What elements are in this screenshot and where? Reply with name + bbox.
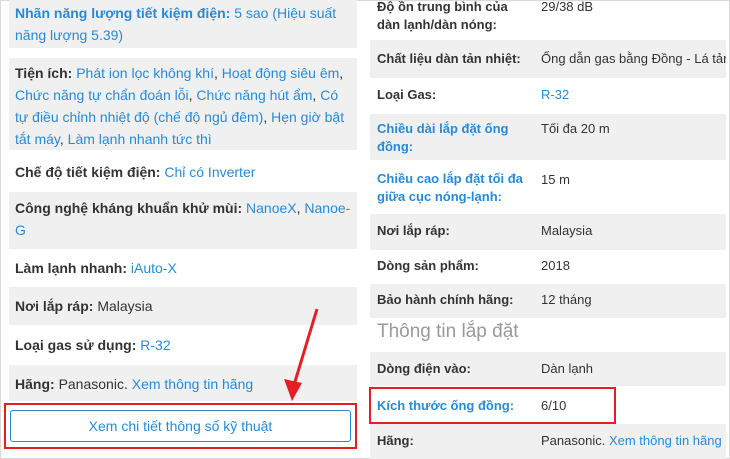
highlight-box-pipe-size (369, 387, 616, 424)
view-full-specs-button[interactable]: Xem chi tiết thông số kỹ thuật (10, 410, 351, 442)
spec-label: Chế độ tiết kiệm điện: (15, 164, 161, 180)
red-arrow-icon (284, 308, 319, 401)
utility-link-fast-cool[interactable]: Làm lạnh nhanh tức thì (68, 131, 212, 147)
spec-row-assembly: Nơi lắp ráp: Malaysia (370, 214, 726, 250)
brand-info-link[interactable]: Xem thông tin hãng (609, 433, 722, 448)
spec-label: Loại gas sử dụng: (15, 337, 137, 353)
spec-value: Malaysia (541, 223, 593, 238)
brand-info-link[interactable]: Xem thông tin hãng (132, 376, 253, 392)
spec-label: Bảo hành chính hãng: (377, 292, 514, 307)
spec-value: 29/38 dB (541, 0, 594, 14)
spec-row-utilities: Tiện ích: Phát ion lọc không khí, Hoạt đ… (9, 58, 357, 150)
spec-row-warranty: Bảo hành chính hãng: 12 tháng (370, 284, 726, 318)
spec-row-height: Chiều cao lắp đặt tối đa giữa cục nóng-l… (370, 160, 726, 214)
spec-label: Dòng điện vào: (377, 361, 471, 376)
spec-value: 2018 (541, 258, 570, 273)
antibac-link-nanoex[interactable]: NanoeX (246, 200, 297, 216)
spec-label: Loại Gas: (377, 87, 437, 102)
spec-label: Làm lạnh nhanh: (15, 260, 127, 276)
spec-label-link[interactable]: Chiều dài lắp đặt ống đồng: (377, 120, 517, 156)
spec-row-noise: Độ ồn trung bình của dàn lạnh/dàn nóng: … (370, 0, 726, 38)
spec-value: 12 tháng (541, 292, 592, 307)
spec-label: Tiện ích: (15, 65, 73, 81)
spec-label: Hãng: (377, 433, 414, 448)
spec-row-radiator: Chất liệu dàn tản nhiệt: Ống dẫn gas bằn… (370, 40, 726, 78)
spec-value-brand: Panasonic. Xem thông tin hãng (541, 432, 726, 450)
spec-row-energy-label: Nhãn năng lượng tiết kiệm điện: 5 sao (H… (9, 0, 357, 48)
spec-row-antibac: Công nghệ kháng khuẩn khử mùi: NanoeX, N… (9, 192, 357, 249)
spec-value-link[interactable]: Chỉ có Inverter (164, 164, 255, 180)
spec-row-brand: Hãng: Panasonic. Xem thông tin hãng (370, 424, 726, 459)
spec-value: Ống dẫn gas bằng Đồng - Lá tản (541, 51, 726, 66)
spec-value-link[interactable]: iAuto-X (131, 260, 177, 276)
utility-link-diagnose[interactable]: Chức năng tự chẩn đoán lỗi (15, 87, 189, 103)
spec-label: Nơi lắp ráp: (377, 223, 450, 238)
spec-label: Chất liệu dàn tản nhiệt: (377, 51, 521, 66)
brand-name: Panasonic. (541, 433, 606, 448)
utility-link-ion[interactable]: Phát ion lọc không khí (76, 65, 214, 81)
section-title-install-info: Thông tin lắp đặt (377, 321, 519, 342)
spec-value: Tối đa 20 m (541, 121, 610, 136)
spec-label-link[interactable]: Chiều cao lắp đặt tối đa giữa cục nóng-l… (377, 170, 527, 206)
spec-label: Nơi lắp ráp: (15, 298, 94, 314)
spec-label: Dòng sản phẩm: (377, 258, 479, 273)
spec-value: Malaysia (97, 298, 153, 314)
spec-label: Hãng: (15, 376, 55, 392)
spec-value: Dàn lạnh (541, 361, 594, 376)
spec-value-link[interactable]: R-32 (140, 337, 170, 353)
spec-row-product-line: Dòng sản phẩm: 2018 (370, 250, 726, 284)
highlight-box-details-button: Xem chi tiết thông số kỹ thuật (4, 403, 357, 449)
spec-row-saving: Chế độ tiết kiệm điện: Chỉ có Inverter (9, 150, 357, 192)
utility-link-quiet[interactable]: Hoạt động siêu êm (222, 65, 340, 81)
spec-label: Độ ồn trung bình của dàn lạnh/dàn nóng: (377, 0, 508, 32)
spec-value-link[interactable]: R-32 (541, 86, 726, 104)
spec-label: Nhãn năng lượng tiết kiệm điện: (15, 5, 231, 21)
spec-value: Panasonic. (58, 376, 128, 392)
spec-value: 15 m (541, 172, 570, 187)
utility-link-dehumidify[interactable]: Chức năng hút ẩm (196, 87, 312, 103)
spec-row-pipe-length: Chiều dài lắp đặt ống đồng: Tối đa 20 m (370, 114, 726, 160)
spec-row-fastcool: Làm lạnh nhanh: iAuto-X (9, 249, 357, 287)
spec-label: Công nghệ kháng khuẩn khử mùi: (15, 200, 243, 216)
spec-row-power: Dòng điện vào: Dàn lạnh (370, 352, 726, 386)
spec-row-gas: Loại Gas: R-32 (370, 78, 726, 114)
